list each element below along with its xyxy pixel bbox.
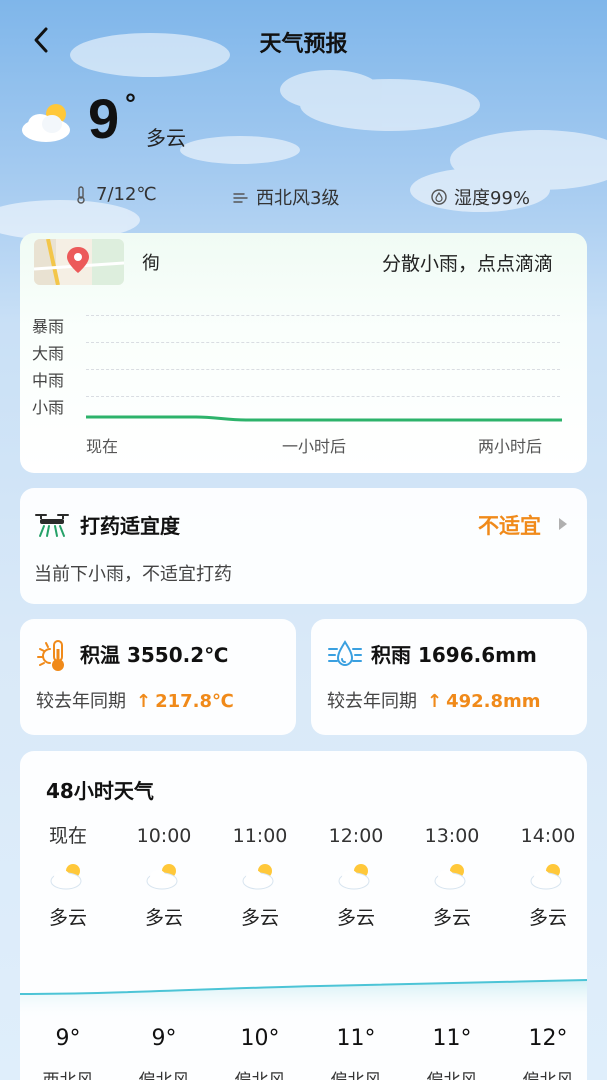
- grid-line: [86, 315, 560, 316]
- hour-temperature: 10°: [240, 1026, 280, 1051]
- hour-condition: 多云: [48, 907, 87, 929]
- accumulated-rain-compare: 较去年同期 ↑ 492.8mm: [327, 691, 541, 712]
- wind-text: 西北风3级: [256, 188, 340, 209]
- accumulated-rain-card[interactable]: 积雨 1696.6mm 较去年同期 ↑ 492.8mm: [311, 619, 587, 735]
- hour-condition: 多云: [144, 907, 183, 929]
- hour-temperature: 9°: [55, 1026, 81, 1051]
- partly-cloudy-icon: [338, 864, 370, 890]
- x-label-one-hour: 一小时后: [282, 437, 347, 456]
- wind-info: 西北风3级: [232, 184, 339, 210]
- partly-cloudy-icon: [530, 864, 562, 890]
- rain-drop-icon: [328, 640, 362, 666]
- hour-wind: 偏北风: [116, 1066, 212, 1080]
- hour-time: 10:00: [136, 825, 192, 847]
- spray-suitability-card[interactable]: 打药适宜度 不适宜 当前下小雨，不适宜打药: [20, 488, 587, 604]
- hour-condition: 多云: [432, 907, 471, 929]
- current-temperature: 9: [88, 87, 120, 150]
- partly-cloudy-icon: [22, 104, 70, 142]
- hour-column: 10:00 多云: [116, 821, 212, 930]
- hour-column: 11:00 多云: [212, 821, 308, 930]
- thermometer-icon: [77, 185, 85, 204]
- hour-wind: 偏北风: [500, 1066, 596, 1080]
- arrow-up-icon: ↑: [136, 691, 152, 712]
- sun-thermometer-icon: [37, 640, 64, 671]
- map-location-icon[interactable]: [34, 239, 124, 285]
- humidity-text: 湿度99%: [454, 188, 531, 209]
- rain-forecast-card[interactable]: 徇 分散小雨，点点滴滴 暴雨 大雨 中雨 小雨 现在 一小时后 两小时后: [20, 233, 587, 473]
- hour-condition: 多云: [336, 907, 375, 929]
- accumulated-rain-delta: 492.8mm: [446, 691, 541, 712]
- partly-cloudy-icon: [146, 864, 178, 890]
- current-weather: 9 ° 多云: [20, 87, 420, 162]
- y-label-light-rain: 小雨: [32, 398, 65, 417]
- hour-column: 14:00 多云: [500, 821, 596, 930]
- accumulated-temperature-card[interactable]: 积温 3550.2℃ 较去年同期 ↑ 217.8℃: [20, 619, 296, 735]
- hour-column: 12:00 多云: [308, 821, 404, 930]
- grid-line: [86, 396, 560, 397]
- accumulated-temperature-delta: 217.8℃: [155, 691, 234, 712]
- spray-description: 当前下小雨，不适宜打药: [34, 564, 232, 585]
- spray-status[interactable]: 不适宜: [478, 510, 541, 540]
- accumulated-temperature-title: 积温 3550.2℃: [80, 643, 229, 667]
- current-condition: 多云: [146, 126, 186, 150]
- page-title: 天气预报: [259, 32, 348, 57]
- accumulated-temperature-compare: 较去年同期 ↑ 217.8℃: [36, 691, 234, 712]
- hour-time: 12:00: [328, 825, 384, 847]
- hour-wind: 偏北风: [308, 1066, 404, 1080]
- y-label-heavy-storm: 暴雨: [32, 317, 65, 336]
- x-label-two-hours: 两小时后: [478, 437, 543, 456]
- hour-column: 13:00 多云: [404, 821, 500, 930]
- hour-condition: 多云: [240, 907, 279, 929]
- arrow-up-icon: ↑: [427, 691, 443, 712]
- grid-line: [86, 369, 560, 370]
- precipitation-line: [86, 415, 562, 422]
- partly-cloudy-icon: [242, 864, 274, 890]
- chevron-right-icon[interactable]: [557, 516, 569, 532]
- rain-summary: 分散小雨，点点滴滴: [381, 253, 553, 275]
- hour-time: 11:00: [232, 825, 288, 847]
- location-name: 徇: [142, 253, 160, 274]
- partly-cloudy-icon: [50, 864, 82, 890]
- hour-condition: 多云: [528, 907, 567, 929]
- y-label-heavy-rain: 大雨: [32, 344, 65, 363]
- humidity-info: 湿度99%: [430, 184, 530, 210]
- temperature-trend-curve: [20, 979, 587, 1020]
- y-label-moderate-rain: 中雨: [32, 371, 65, 390]
- x-label-now: 现在: [86, 437, 119, 456]
- hour-wind: 西北风: [20, 1066, 116, 1080]
- spray-title: 打药适宜度: [80, 514, 180, 538]
- grid-line: [86, 342, 560, 343]
- wind-icon: [233, 193, 248, 203]
- hour-temperature: 12°: [528, 1026, 568, 1051]
- hour-temperature: 11°: [432, 1026, 472, 1051]
- hour-time: 现在: [48, 825, 87, 847]
- hour-wind: 偏北风: [404, 1066, 500, 1080]
- degree-symbol: °: [124, 90, 137, 120]
- accumulated-temperature-value: 3550.2℃: [126, 643, 229, 667]
- accumulated-rain-value: 1696.6mm: [417, 643, 537, 667]
- top-bar: 天气预报: [0, 18, 607, 62]
- hour-column: 现在 多云: [20, 821, 116, 930]
- accumulated-rain-title: 积雨 1696.6mm: [371, 643, 537, 667]
- hour-temperature: 9°: [151, 1026, 177, 1051]
- partly-cloudy-icon: [434, 864, 466, 890]
- hour-wind: 偏北风: [212, 1066, 308, 1080]
- hour-temperature: 11°: [336, 1026, 376, 1051]
- hour-time: 14:00: [520, 825, 576, 847]
- temp-range: 7/12℃: [72, 184, 157, 205]
- temp-range-text: 7/12℃: [96, 184, 157, 205]
- hour-time: 13:00: [424, 825, 480, 847]
- forecast-48h-title: 48小时天气: [46, 779, 154, 803]
- drone-spray-icon: [35, 514, 69, 537]
- humidity-icon: [431, 189, 447, 205]
